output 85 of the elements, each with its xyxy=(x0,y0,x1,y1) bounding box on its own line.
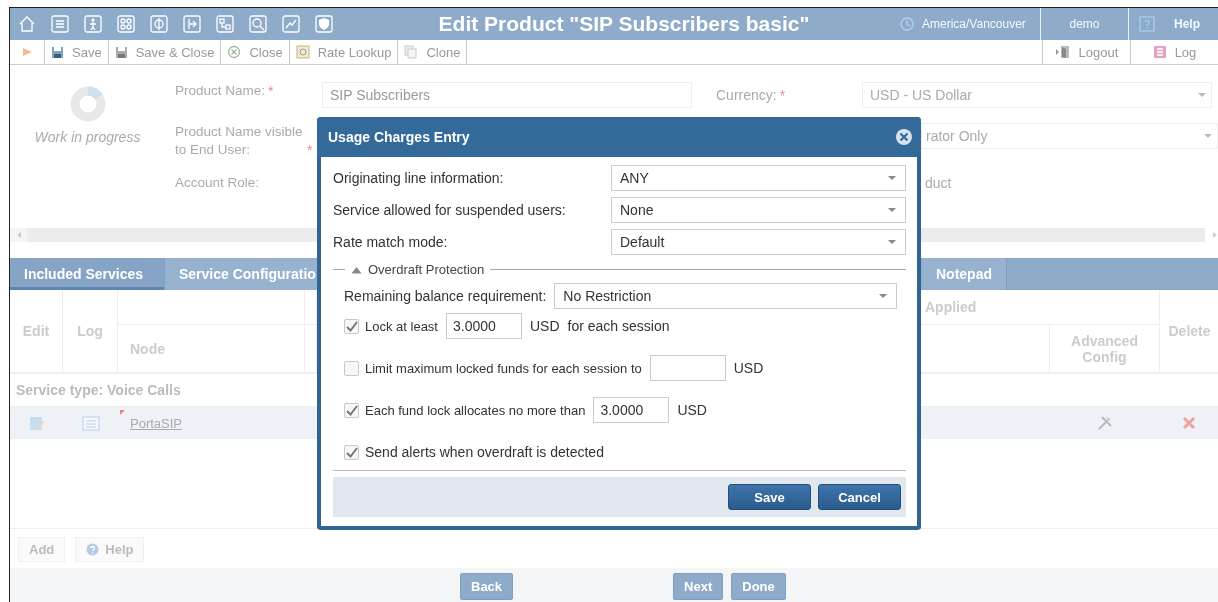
tab[interactable]: Service Configuratio xyxy=(165,258,318,290)
checkbox[interactable] xyxy=(344,318,359,334)
check-icon xyxy=(345,320,358,332)
check-icon xyxy=(345,446,358,458)
add-button[interactable]: Add xyxy=(18,537,66,562)
option-suffix: for each session xyxy=(567,318,670,334)
required-mark: * xyxy=(307,142,313,158)
dropdown[interactable]: USD - US Dollar xyxy=(862,82,1212,108)
clock-icon xyxy=(900,17,914,31)
dropdown[interactable]: ANY xyxy=(611,165,906,191)
wizard-button[interactable]: Back xyxy=(460,573,514,600)
tools-icon[interactable] xyxy=(1097,415,1113,431)
diagram-icon[interactable] xyxy=(216,15,234,33)
lookup-icon xyxy=(295,45,310,59)
wizard-button[interactable]: Done xyxy=(731,573,786,600)
option-label: Limit maximum locked funds for each session to xyxy=(365,360,642,376)
door-icon xyxy=(1054,45,1071,59)
clone-icon xyxy=(404,45,419,59)
checkbox[interactable] xyxy=(344,444,359,460)
required-mark: * xyxy=(268,83,274,99)
unit-label: USD xyxy=(530,318,560,334)
list-icon[interactable] xyxy=(81,415,100,431)
field-label: Account Role: xyxy=(175,174,260,192)
dialog-title: Usage Charges Entry xyxy=(328,129,470,145)
dropdown[interactable]: None xyxy=(611,197,906,223)
run-icon[interactable] xyxy=(21,46,33,58)
edit-icon[interactable] xyxy=(28,415,45,431)
close-icon[interactable] xyxy=(895,128,913,146)
check-icon xyxy=(345,404,358,416)
field-label: Service allowed for suspended users: xyxy=(333,202,567,218)
progress-ring-icon xyxy=(68,85,107,123)
coin-icon[interactable] xyxy=(150,15,168,33)
dropdown[interactable]: Default xyxy=(611,229,906,255)
field-label: Remaining balance requirement: xyxy=(344,288,547,304)
option-label: Send alerts when overdraft is detected xyxy=(365,444,604,460)
search-icon[interactable] xyxy=(249,15,267,33)
shield-icon[interactable] xyxy=(315,15,333,33)
text-field[interactable]: SIP Subscribers xyxy=(322,82,692,108)
field-label: Originating line information: xyxy=(333,170,505,186)
caret-icon xyxy=(878,293,888,299)
field-label: Rate match mode: xyxy=(333,234,449,250)
amount-field[interactable]: 3.0000 xyxy=(593,397,670,423)
section-title[interactable]: Overdraft Protection xyxy=(368,262,485,277)
grid-icon[interactable] xyxy=(117,15,135,33)
cancel-button[interactable]: Cancel xyxy=(818,484,901,510)
help-icon xyxy=(86,543,100,556)
required-mark: * xyxy=(779,87,786,103)
amount-field[interactable]: 3.0000 xyxy=(446,313,522,339)
option-label: Lock at least xyxy=(365,318,438,334)
caret-icon xyxy=(887,175,897,181)
timezone-label: America/Vancouver xyxy=(922,17,1026,31)
delete-icon[interactable] xyxy=(1182,416,1196,430)
scroll-right-icon[interactable] xyxy=(1213,231,1217,239)
dropdown[interactable]: No Restriction xyxy=(554,283,897,309)
amount-field[interactable] xyxy=(649,355,726,381)
unit-label: USD xyxy=(733,360,764,376)
checkbox[interactable] xyxy=(344,360,359,376)
wizard-button[interactable]: Next xyxy=(673,573,724,600)
field-label: Currency: xyxy=(716,87,777,103)
field-label: Product Name: xyxy=(175,82,266,100)
home-icon[interactable] xyxy=(18,15,36,33)
field-text: duct xyxy=(924,174,952,192)
status-text: Work in progress xyxy=(34,129,141,145)
dropdown[interactable]: rator Only xyxy=(921,123,1218,149)
tab[interactable]: Notepad xyxy=(922,258,1007,290)
collapse-icon[interactable] xyxy=(351,265,362,274)
checkbox[interactable] xyxy=(344,402,359,418)
node-link[interactable]: PortaSIP xyxy=(130,416,183,431)
caret-icon xyxy=(887,239,897,245)
scrollbar-track[interactable] xyxy=(921,228,1205,242)
save-button[interactable]: Save xyxy=(728,484,811,510)
help-link[interactable]: Help xyxy=(1174,17,1200,31)
page-title: Edit Product "SIP Subscribers basic" xyxy=(437,12,811,36)
chart-icon[interactable] xyxy=(282,15,300,33)
caret-icon xyxy=(1203,133,1213,139)
help-button[interactable]: Help xyxy=(75,537,145,562)
caret-icon xyxy=(1197,92,1207,98)
close-icon xyxy=(227,45,242,59)
scroll-left-icon[interactable] xyxy=(15,231,22,239)
help-icon[interactable] xyxy=(1139,16,1155,32)
person-icon[interactable] xyxy=(84,15,102,33)
log-icon xyxy=(1152,45,1167,59)
field-label: Product Name visible to End User: xyxy=(175,123,304,159)
caret-icon xyxy=(887,207,897,213)
tab[interactable]: Included Services xyxy=(10,258,165,290)
